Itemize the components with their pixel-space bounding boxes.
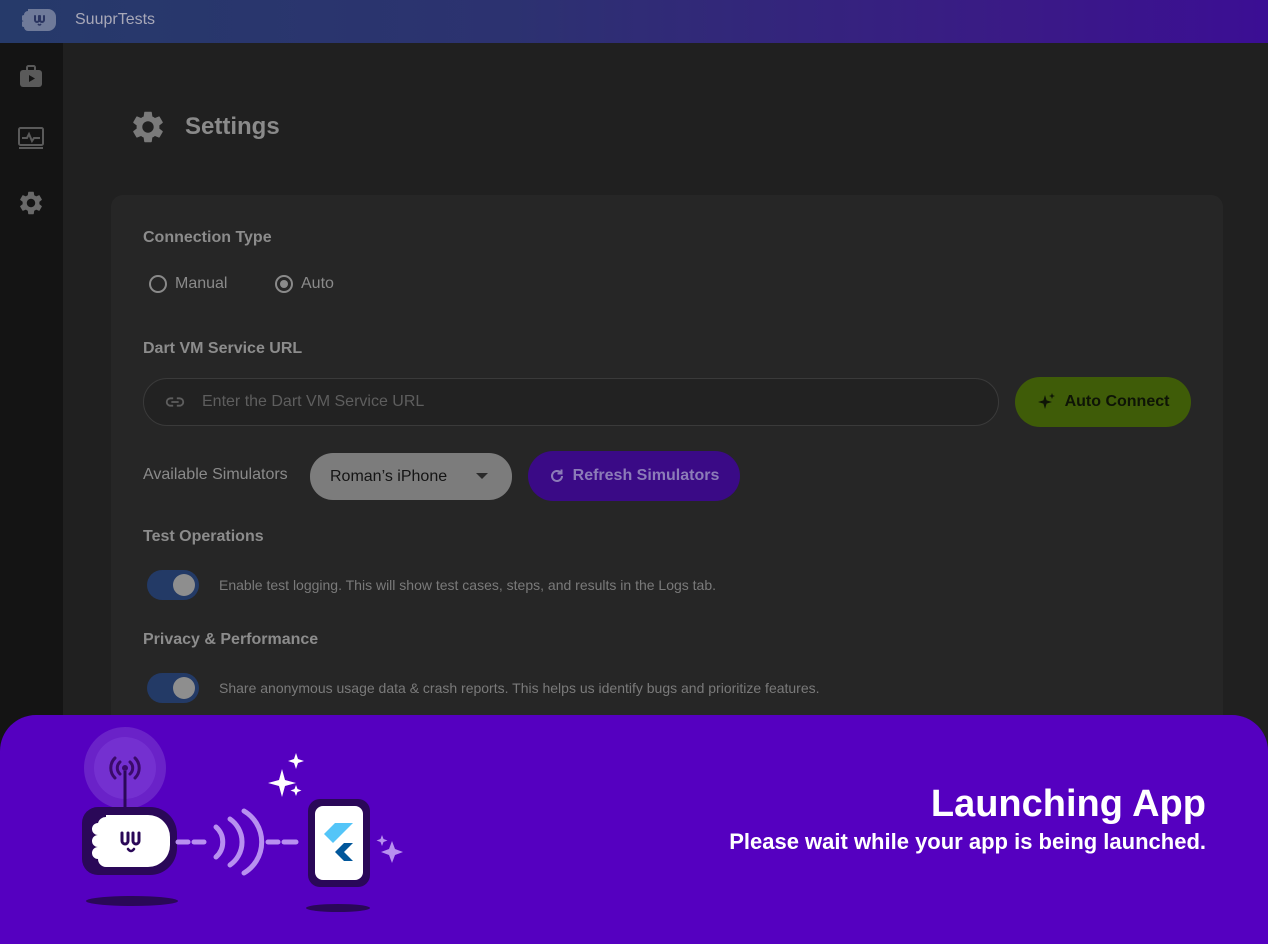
app-window: SuuprTests Settings Connection Type Manu… xyxy=(0,0,1268,944)
toggle-knob xyxy=(173,677,195,699)
refresh-icon xyxy=(550,469,563,482)
connection-type-label: Connection Type xyxy=(143,229,272,246)
page-header: Settings xyxy=(129,108,280,146)
radio-auto-circle[interactable] xyxy=(275,275,293,293)
gear-icon xyxy=(20,191,42,215)
suuprtests-logo-icon xyxy=(22,9,56,31)
simulator-select-value: Roman’s iPhone xyxy=(330,467,448,485)
launching-app-title: Launching App xyxy=(930,783,1206,825)
privacy-performance-label: Privacy & Performance xyxy=(143,631,319,648)
sidebar-item-settings[interactable] xyxy=(15,187,47,219)
radio-auto-label: Auto xyxy=(301,275,334,292)
radio-manual-circle[interactable] xyxy=(149,275,167,293)
sidebar-item-tests[interactable] xyxy=(15,60,47,92)
test-logging-text: Enable test logging. This will show test… xyxy=(219,577,717,593)
usage-data-text: Share anonymous usage data & crash repor… xyxy=(219,680,820,696)
available-simulators-label: Available Simulators xyxy=(143,466,288,483)
app-title: SuuprTests xyxy=(75,11,156,28)
page-title: Settings xyxy=(185,113,280,140)
usage-data-toggle[interactable] xyxy=(147,673,199,703)
dart-vm-url-input[interactable] xyxy=(202,393,962,411)
gear-icon xyxy=(133,111,163,143)
auto-connect-label: Auto Connect xyxy=(1064,393,1170,410)
link-icon xyxy=(164,390,188,414)
monitor-pulse-icon xyxy=(18,127,44,149)
sparkle-icon xyxy=(268,769,296,797)
test-operations-label: Test Operations xyxy=(143,528,264,545)
radio-manual[interactable]: Manual xyxy=(149,275,227,293)
simulator-select[interactable]: Roman’s iPhone xyxy=(310,453,512,500)
title-bar: SuuprTests xyxy=(0,0,1268,43)
toggle-knob xyxy=(173,574,195,596)
caret-down-icon xyxy=(476,473,488,479)
radio-auto[interactable]: Auto xyxy=(275,275,334,293)
refresh-simulators-label: Refresh Simulators xyxy=(572,467,720,484)
sidebar-item-logs[interactable] xyxy=(15,122,47,154)
refresh-simulators-button[interactable]: Refresh Simulators xyxy=(528,451,740,501)
test-logging-toggle[interactable] xyxy=(147,570,199,600)
briefcase-play-icon xyxy=(20,65,42,87)
auto-connect-button[interactable]: Auto Connect xyxy=(1015,377,1191,427)
launch-illustration xyxy=(82,727,403,912)
radio-manual-label: Manual xyxy=(175,275,228,292)
phone-icon xyxy=(315,806,363,880)
sparkle-icon xyxy=(1037,393,1055,409)
dart-vm-url-label: Dart VM Service URL xyxy=(143,340,303,357)
dart-vm-url-field[interactable] xyxy=(143,378,999,426)
launching-app-panel: Launching App Please wait while your app… xyxy=(0,715,1268,944)
launching-app-subtitle: Please wait while your app is being laun… xyxy=(729,829,1206,854)
